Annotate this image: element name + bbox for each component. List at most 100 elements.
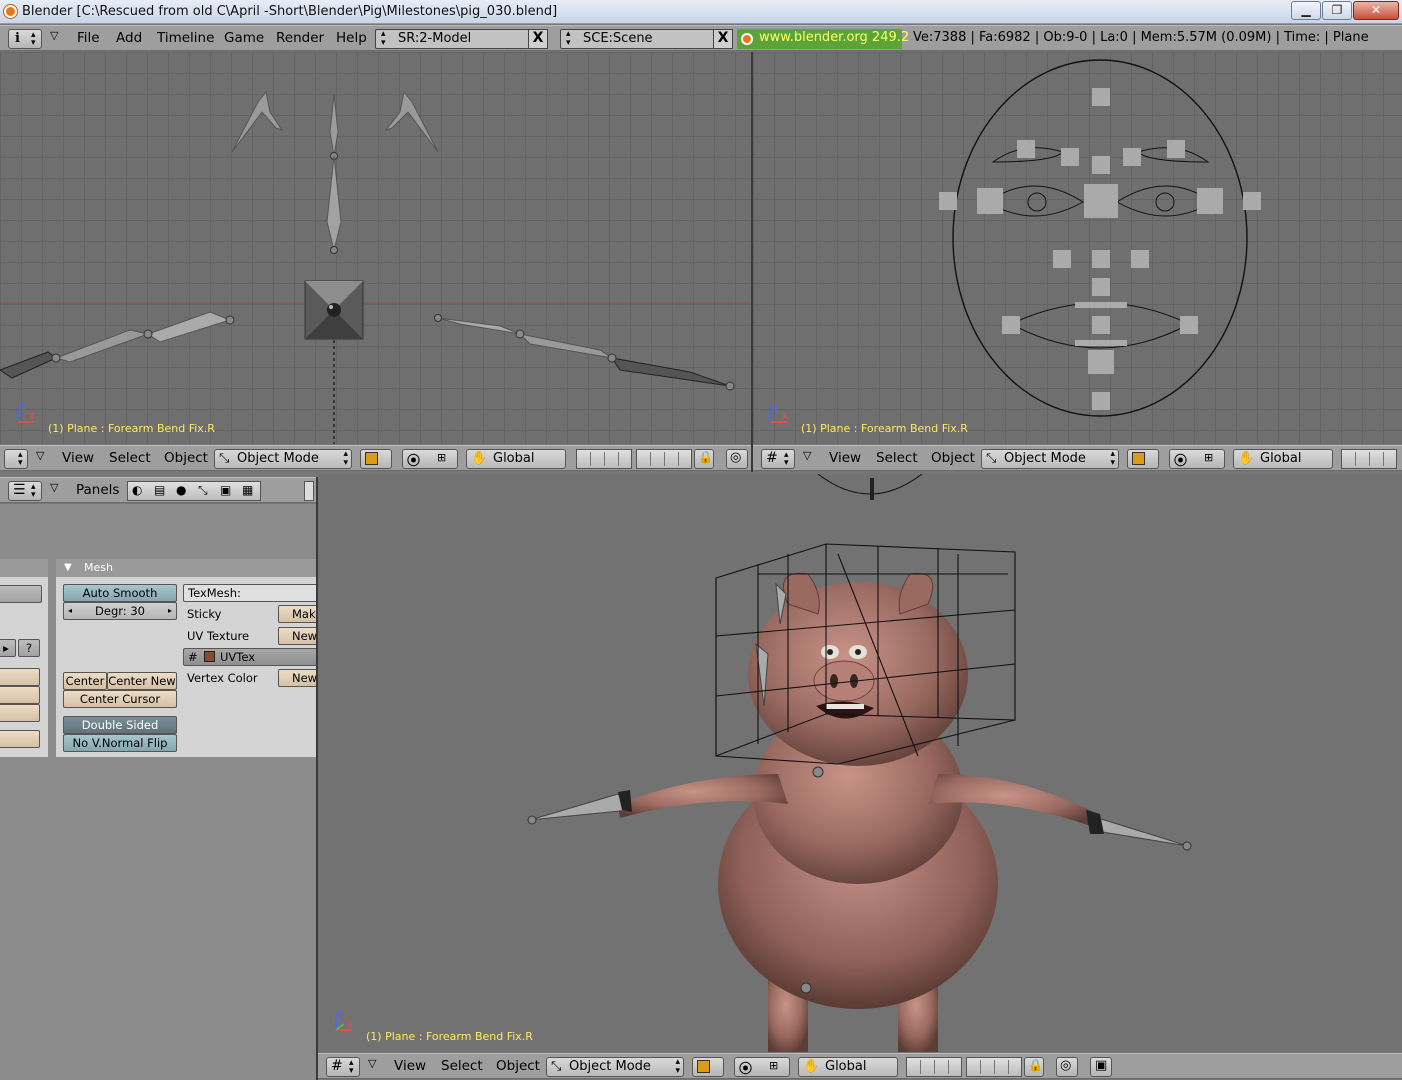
- window-type-menu[interactable]: ▴ ▾: [4, 449, 28, 469]
- no-vnormal-flip-toggle[interactable]: No V.Normal Flip: [63, 734, 177, 752]
- header-scroll-button[interactable]: [304, 481, 314, 501]
- menu-add[interactable]: Add: [116, 30, 142, 46]
- menu-object[interactable]: Object: [496, 1058, 540, 1074]
- menu-object[interactable]: Object: [931, 450, 975, 466]
- menu-select[interactable]: Select: [441, 1058, 483, 1074]
- draw-type-icon: [365, 452, 378, 465]
- menu-help[interactable]: Help: [336, 30, 367, 46]
- pivot-menu[interactable]: ⦿ ⊞: [402, 449, 458, 469]
- left-arrow-icon[interactable]: ◂: [68, 603, 72, 619]
- lock-layers-button[interactable]: 🔒: [1024, 1057, 1044, 1077]
- collapse-menus-icon[interactable]: ▽: [368, 1057, 376, 1070]
- menu-timeline[interactable]: Timeline: [157, 30, 214, 46]
- mode-selector[interactable]: ⤡ Object Mode ▴ ▾: [546, 1057, 684, 1077]
- layer-buttons-b[interactable]: [966, 1057, 1022, 1077]
- menu-object[interactable]: Object: [164, 450, 208, 466]
- right-arrow-icon[interactable]: ▸: [168, 603, 172, 619]
- updown-icon: ▴ ▾: [566, 29, 571, 48]
- panel-tab-left[interactable]: [0, 559, 48, 577]
- draw-type-menu[interactable]: [360, 449, 392, 469]
- scene-icon[interactable]: ▦: [242, 483, 253, 497]
- menu-view[interactable]: View: [829, 450, 861, 466]
- buttons-header: ☰ ▴ ▾ ▽ Panels ◐ ▤ ● ⤡ ▣ ▦: [0, 477, 316, 503]
- menu-view[interactable]: View: [62, 450, 94, 466]
- collapse-menus-icon[interactable]: ▽: [803, 449, 811, 462]
- updown-icon: ▴ ▾: [18, 450, 23, 468]
- delete-screen-button[interactable]: X: [528, 29, 548, 49]
- auto-smooth-toggle[interactable]: Auto Smooth: [63, 584, 177, 602]
- screen-selector[interactable]: ▴ ▾ SR:2-Model: [375, 29, 530, 49]
- collapse-menus-icon[interactable]: ▽: [50, 481, 58, 494]
- shading-icon[interactable]: ●: [176, 483, 186, 497]
- new-vertex-color-button[interactable]: New: [278, 669, 316, 687]
- orientation-selector[interactable]: ✋ Global: [466, 449, 566, 469]
- degr-slider[interactable]: ◂ Degr: 30 ▸: [63, 602, 177, 620]
- orientation-selector[interactable]: ✋ Global: [1233, 449, 1333, 469]
- window-type-menu[interactable]: # ▴ ▾: [761, 449, 795, 469]
- panels-menu[interactable]: Panels: [76, 482, 119, 498]
- menu-file[interactable]: File: [77, 30, 100, 46]
- partial-tan-button[interactable]: [0, 730, 40, 748]
- ogl-anim-button[interactable]: ▣: [1090, 1057, 1112, 1077]
- editing-icon[interactable]: ▣: [220, 483, 231, 497]
- close-button[interactable]: ✕: [1353, 1, 1399, 20]
- menu-select[interactable]: Select: [876, 450, 918, 466]
- viewport-3d-bottom[interactable]: Z X (1) Plane : Forearm Bend Fix.R: [318, 474, 1402, 1052]
- mesh-panel-tab[interactable]: ▼ Mesh: [56, 559, 316, 577]
- center-new-button[interactable]: Center New: [107, 672, 177, 690]
- menu-view[interactable]: View: [394, 1058, 426, 1074]
- collapse-menus-icon[interactable]: ▽: [36, 449, 44, 462]
- lock-layers-button[interactable]: 🔒: [694, 449, 714, 469]
- center-button[interactable]: Center: [63, 672, 107, 690]
- partial-button[interactable]: [0, 585, 42, 603]
- partial-tan-button[interactable]: [0, 686, 40, 704]
- menu-select[interactable]: Select: [109, 450, 151, 466]
- window-type-menu[interactable]: i ▴ ▾: [8, 29, 42, 49]
- maximize-button[interactable]: ❐: [1322, 1, 1352, 20]
- pivot-menu[interactable]: ⦿ ⊞: [734, 1057, 790, 1077]
- layer-buttons-a[interactable]: [1341, 449, 1397, 469]
- new-uv-texture-button[interactable]: New: [278, 627, 316, 645]
- logic-icon[interactable]: ◐: [132, 483, 142, 497]
- window-type-menu[interactable]: # ▴ ▾: [326, 1057, 360, 1077]
- window-type-menu[interactable]: ☰ ▴ ▾: [8, 481, 42, 501]
- pivot-menu[interactable]: ⦿ ⊞: [1169, 449, 1225, 469]
- window-title-bar[interactable]: Blender [C:\Rescued from old C\April -Sh…: [0, 0, 1402, 24]
- double-sided-toggle[interactable]: Double Sided: [63, 716, 177, 734]
- partial-tan-button[interactable]: [0, 668, 40, 686]
- image-icon: ▣: [1095, 1058, 1108, 1073]
- viewport-top-left[interactable]: Z X (1) Plane : Forearm Bend Fix.R: [0, 52, 751, 444]
- collapse-menus-icon[interactable]: ▽: [50, 29, 58, 42]
- make-sticky-button[interactable]: Make: [278, 605, 316, 623]
- script-icon[interactable]: ▤: [154, 483, 165, 497]
- texmesh-field[interactable]: TexMesh:: [183, 584, 316, 602]
- minimize-button[interactable]: ▁: [1291, 1, 1321, 20]
- buttons-window[interactable]: ▸ ? ▼ Mesh Auto Smooth ◂ Degr: 30 ▸ TexM…: [0, 504, 316, 1080]
- viewport-top-right[interactable]: Z X (1) Plane : Forearm Bend Fix.R: [753, 52, 1402, 444]
- center-cursor-button[interactable]: Center Cursor: [63, 690, 177, 708]
- ogl-render-button[interactable]: ◎: [1056, 1057, 1078, 1077]
- scene-name: SCE:Scene: [583, 31, 653, 46]
- orientation-selector[interactable]: ✋ Global: [798, 1057, 898, 1077]
- axis-gizmo-icon: Z X: [770, 403, 788, 423]
- help-button[interactable]: ?: [18, 639, 40, 657]
- axis-gizmo-icon: Z X: [335, 1011, 353, 1031]
- ogl-render-button[interactable]: ◎: [726, 449, 748, 469]
- menu-game[interactable]: Game: [224, 30, 264, 46]
- mode-selector[interactable]: ⤡ Object Mode ▴ ▾: [981, 449, 1119, 469]
- context-buttons[interactable]: ◐ ▤ ● ⤡ ▣ ▦: [127, 481, 261, 501]
- partial-tan-button[interactable]: [0, 704, 40, 722]
- menu-render[interactable]: Render: [276, 30, 324, 46]
- uvtex-layer[interactable]: # UVTex: [183, 648, 316, 666]
- partial-arrow-button[interactable]: ▸: [0, 639, 16, 657]
- delete-scene-button[interactable]: X: [713, 29, 733, 49]
- draw-type-menu[interactable]: [1127, 449, 1159, 469]
- layer-buttons-a[interactable]: [576, 449, 632, 469]
- object-icon[interactable]: ⤡: [198, 483, 208, 498]
- draw-type-menu[interactable]: [692, 1057, 724, 1077]
- scene-selector[interactable]: ▴ ▾ SCE:Scene: [560, 29, 715, 49]
- collapse-triangle-icon[interactable]: ▼: [64, 559, 72, 577]
- layer-buttons-b[interactable]: [636, 449, 692, 469]
- layer-buttons-a[interactable]: [906, 1057, 962, 1077]
- mode-selector[interactable]: ⤡ Object Mode ▴ ▾: [214, 449, 352, 469]
